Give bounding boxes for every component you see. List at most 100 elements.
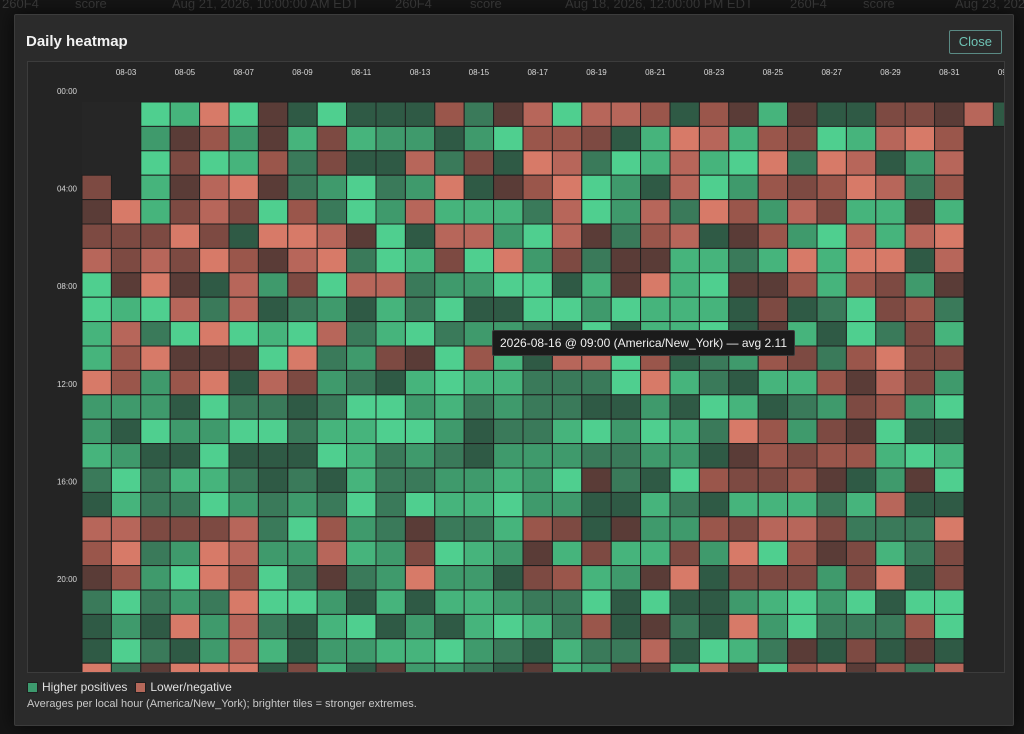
- heatmap-cell[interactable]: [287, 272, 318, 298]
- heatmap-cell[interactable]: [81, 223, 112, 249]
- heatmap-cell[interactable]: [551, 662, 583, 689]
- heatmap-cell[interactable]: [698, 516, 730, 542]
- heatmap-cell[interactable]: [816, 150, 847, 176]
- heatmap-cell[interactable]: [904, 247, 936, 274]
- heatmap-cell[interactable]: [493, 369, 524, 396]
- heatmap-cell[interactable]: [346, 589, 377, 615]
- heatmap-cell[interactable]: [257, 199, 289, 225]
- heatmap-cell[interactable]: [287, 174, 318, 201]
- heatmap-cell[interactable]: [816, 296, 847, 323]
- heatmap-cell[interactable]: [757, 199, 789, 225]
- heatmap-cell[interactable]: [169, 296, 201, 323]
- heatmap-cell[interactable]: [81, 247, 112, 274]
- heatmap-cell[interactable]: [816, 589, 847, 615]
- heatmap-cell[interactable]: [904, 516, 936, 542]
- heatmap-cell[interactable]: [169, 394, 201, 420]
- heatmap-cell[interactable]: [581, 272, 612, 298]
- heatmap-cell[interactable]: [728, 394, 759, 420]
- heatmap-cell[interactable]: [875, 638, 906, 664]
- heatmap-cell[interactable]: [404, 467, 436, 493]
- heatmap-cell[interactable]: [728, 516, 759, 542]
- heatmap-cell[interactable]: [669, 516, 700, 542]
- heatmap-cell[interactable]: [493, 247, 524, 274]
- heatmap-cell[interactable]: [375, 565, 406, 591]
- heatmap-cell[interactable]: [581, 516, 612, 542]
- heatmap-cell[interactable]: [434, 223, 465, 249]
- heatmap-cell[interactable]: [875, 247, 906, 274]
- heatmap-cell[interactable]: [199, 199, 230, 225]
- heatmap-cell[interactable]: [199, 662, 230, 689]
- heatmap-cell[interactable]: [287, 125, 318, 152]
- heatmap-cell[interactable]: [169, 540, 201, 567]
- heatmap-cell[interactable]: [640, 101, 671, 127]
- heatmap-cell[interactable]: [199, 589, 230, 615]
- heatmap-cell[interactable]: [757, 418, 789, 445]
- heatmap-cell[interactable]: [669, 418, 700, 445]
- heatmap-cell[interactable]: [463, 638, 495, 664]
- heatmap-cell[interactable]: [169, 516, 201, 542]
- heatmap-cell[interactable]: [434, 321, 465, 347]
- heatmap-cell[interactable]: [757, 443, 789, 469]
- heatmap-cell[interactable]: [934, 540, 965, 567]
- heatmap-cell[interactable]: [316, 101, 348, 127]
- heatmap-cell[interactable]: [199, 296, 230, 323]
- close-button[interactable]: Close: [948, 30, 1002, 54]
- heatmap-cell[interactable]: [581, 247, 612, 274]
- heatmap-cell[interactable]: [581, 418, 612, 445]
- heatmap-cell[interactable]: [640, 150, 671, 176]
- heatmap-cell[interactable]: [434, 199, 465, 225]
- heatmap-cell[interactable]: [463, 174, 495, 201]
- heatmap-cell[interactable]: [610, 565, 642, 591]
- heatmap-cell[interactable]: [757, 272, 789, 298]
- heatmap-cell[interactable]: [522, 296, 553, 323]
- heatmap-cell[interactable]: [463, 443, 495, 469]
- heatmap-cell[interactable]: [669, 540, 700, 567]
- heatmap-cell[interactable]: [434, 272, 465, 298]
- heatmap-cell[interactable]: [228, 223, 259, 249]
- heatmap-cell[interactable]: [934, 150, 965, 176]
- heatmap-cell[interactable]: [816, 321, 847, 347]
- heatmap-cell[interactable]: [845, 223, 877, 249]
- heatmap-cell[interactable]: [522, 101, 553, 127]
- heatmap-cell[interactable]: [257, 345, 289, 371]
- heatmap-cell[interactable]: [110, 565, 142, 591]
- heatmap-cell[interactable]: [257, 125, 289, 152]
- heatmap-cell[interactable]: [169, 223, 201, 249]
- heatmap-cell[interactable]: [81, 296, 112, 323]
- heatmap-cell[interactable]: [228, 589, 259, 615]
- heatmap-cell[interactable]: [346, 565, 377, 591]
- heatmap-cell[interactable]: [110, 199, 142, 225]
- heatmap-cell[interactable]: [81, 589, 112, 615]
- heatmap-cell[interactable]: [257, 565, 289, 591]
- heatmap-cell[interactable]: [493, 565, 524, 591]
- heatmap-cell[interactable]: [845, 247, 877, 274]
- heatmap-cell[interactable]: [551, 272, 583, 298]
- heatmap-cell[interactable]: [463, 150, 495, 176]
- heatmap-cell[interactable]: [787, 540, 818, 567]
- heatmap-cell[interactable]: [551, 199, 583, 225]
- heatmap-cell[interactable]: [316, 199, 348, 225]
- heatmap-cell[interactable]: [81, 662, 112, 689]
- heatmap-cell[interactable]: [257, 223, 289, 249]
- heatmap-cell[interactable]: [669, 394, 700, 420]
- heatmap-cell[interactable]: [581, 589, 612, 615]
- heatmap-cell[interactable]: [728, 418, 759, 445]
- heatmap-cell[interactable]: [81, 491, 112, 518]
- heatmap-cell[interactable]: [698, 394, 730, 420]
- heatmap-cell[interactable]: [698, 272, 730, 298]
- heatmap-cell[interactable]: [463, 613, 495, 640]
- heatmap-cell[interactable]: [110, 321, 142, 347]
- heatmap-cell[interactable]: [81, 272, 112, 298]
- heatmap-cell[interactable]: [698, 223, 730, 249]
- heatmap-cell[interactable]: [669, 369, 700, 396]
- heatmap-cell[interactable]: [140, 540, 171, 567]
- heatmap-cell[interactable]: [169, 101, 201, 127]
- heatmap-cell[interactable]: [404, 589, 436, 615]
- heatmap-cell[interactable]: [434, 394, 465, 420]
- heatmap-cell[interactable]: [845, 467, 877, 493]
- heatmap-cell[interactable]: [934, 443, 965, 469]
- heatmap-cell[interactable]: [610, 101, 642, 127]
- heatmap-cell[interactable]: [287, 394, 318, 420]
- heatmap-cell[interactable]: [316, 272, 348, 298]
- heatmap-cell[interactable]: [346, 540, 377, 567]
